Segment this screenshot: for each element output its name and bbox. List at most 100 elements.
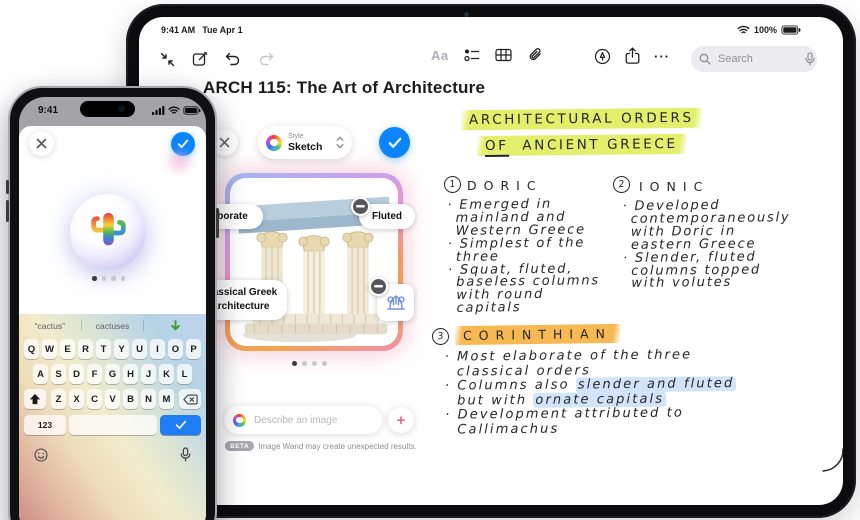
remove-sketch-icon[interactable] <box>369 277 388 296</box>
beta-text: Image Wand may create unexpected results… <box>258 442 416 451</box>
ipad-time: 9:41 AM <box>161 25 195 35</box>
chevron-up-down-icon <box>336 136 344 149</box>
emoji-icon[interactable] <box>34 447 48 462</box>
suggestion-cactuses[interactable]: cactuses <box>82 321 144 331</box>
key-n[interactable]: N <box>141 389 156 409</box>
key-u[interactable]: U <box>132 339 147 359</box>
describe-image-input[interactable] <box>252 414 366 427</box>
key-s[interactable]: S <box>51 364 66 384</box>
text-format-icon[interactable]: Aa <box>431 48 449 63</box>
hw-number-2: 2 <box>612 175 631 194</box>
generated-image-card[interactable] <box>225 173 403 351</box>
signal-icon <box>152 106 165 115</box>
hw-ionic-notes: · Developed contemporaneously with Doric… <box>623 199 804 291</box>
wifi-icon <box>737 25 750 35</box>
key-a[interactable]: A <box>33 364 48 384</box>
key-r[interactable]: R <box>78 339 93 359</box>
rainbow-cactus-image <box>85 207 131 257</box>
share-icon[interactable] <box>625 47 640 65</box>
checklist-icon[interactable] <box>464 48 480 62</box>
suggestion-arrow-down-icon[interactable] <box>144 320 206 331</box>
hw-number-3: 3 <box>431 327 450 346</box>
key-l[interactable]: L <box>177 364 192 384</box>
search-input[interactable] <box>716 52 800 66</box>
confirm-image-button[interactable] <box>379 127 410 158</box>
ipad-screen: 9:41 AM Tue Apr 1 100% <box>139 17 843 505</box>
suggestion-literal[interactable]: “cactus” <box>19 321 81 331</box>
key-t[interactable]: T <box>96 339 111 359</box>
notes-toolbar-right: ··· <box>594 47 670 65</box>
hw-doric-notes: · Emerged in mainland and Western Greece… <box>447 198 623 316</box>
key-w[interactable]: W <box>42 339 57 359</box>
key-h[interactable]: H <box>123 364 138 384</box>
key-d[interactable]: D <box>69 364 84 384</box>
image-playground-icon <box>266 135 282 151</box>
dynamic-island <box>80 101 135 117</box>
ipad-image-pagination[interactable] <box>292 361 327 366</box>
screenshot-stage: 9:41 AM Tue Apr 1 100% <box>0 0 860 520</box>
key-z[interactable]: Z <box>51 389 66 409</box>
key-e[interactable]: E <box>60 339 75 359</box>
dictation-mic-icon[interactable] <box>180 447 191 462</box>
style-picker[interactable]: Style Sketch <box>258 126 352 159</box>
keyboard-row-3: Z X C V B N M <box>51 389 174 409</box>
battery-icon <box>781 25 801 35</box>
minimize-icon[interactable] <box>155 47 179 71</box>
key-x[interactable]: X <box>69 389 84 409</box>
key-i[interactable]: I <box>150 339 165 359</box>
key-b[interactable]: B <box>123 389 138 409</box>
genmoji-preview-bubble[interactable] <box>70 194 146 270</box>
markup-pen-icon[interactable] <box>594 48 611 65</box>
note-title[interactable]: ARCH 115: The Art of Architecture <box>203 78 485 98</box>
confirm-genmoji-button[interactable] <box>171 132 195 156</box>
side-button <box>216 208 219 238</box>
numbers-key[interactable]: 123 <box>24 415 66 435</box>
hw-doric-title: DORIC <box>467 178 543 193</box>
beta-badge: BETA <box>225 441 254 451</box>
ipad-battery-pct: 100% <box>754 25 777 35</box>
add-image-button[interactable]: + <box>388 407 414 433</box>
iphone-image-pagination[interactable] <box>92 276 125 281</box>
key-c[interactable]: C <box>87 389 102 409</box>
key-f[interactable]: F <box>87 364 102 384</box>
pink-smudge <box>169 154 189 170</box>
undo-icon[interactable] <box>221 47 245 71</box>
dictation-mic-icon[interactable] <box>805 52 815 66</box>
attachment-icon[interactable] <box>527 47 543 63</box>
key-m[interactable]: M <box>159 389 174 409</box>
redo-icon[interactable] <box>254 47 278 71</box>
hw-heading-line1: ARCHITECTURAL ORDERS <box>461 109 702 129</box>
hw-number-1: 1 <box>443 175 462 194</box>
compose-icon[interactable] <box>188 47 212 71</box>
describe-image-field[interactable] <box>224 406 382 434</box>
search-field[interactable] <box>691 46 817 72</box>
volume-down-button <box>6 200 9 222</box>
keyboard-row-2: A S D F G H J K L <box>33 364 192 384</box>
image-wand-icon <box>233 414 246 427</box>
table-icon[interactable] <box>495 48 512 62</box>
wifi-icon <box>168 106 180 115</box>
autocorrect-bar: “cactus” cactuses <box>19 317 206 334</box>
key-o[interactable]: O <box>168 339 183 359</box>
hw-corinthian-title: CORINTHIAN <box>455 325 620 344</box>
key-p[interactable]: P <box>186 339 201 359</box>
key-y[interactable]: Y <box>114 339 129 359</box>
more-icon[interactable]: ··· <box>654 49 670 64</box>
notes-toolbar-center: Aa <box>431 47 543 63</box>
key-q[interactable]: Q <box>24 339 39 359</box>
close-icon[interactable] <box>29 131 54 156</box>
iphone-status-icons <box>152 106 201 115</box>
keyboard-row-1: Q W E R T Y U I O P <box>24 339 201 359</box>
remove-fluted-icon[interactable] <box>351 197 370 216</box>
key-g[interactable]: G <box>105 364 120 384</box>
beta-disclaimer: BETA Image Wand may create unexpected re… <box>225 441 417 451</box>
ipad-device: 9:41 AM Tue Apr 1 100% <box>126 4 856 518</box>
key-j[interactable]: J <box>141 364 156 384</box>
shift-key[interactable] <box>24 389 46 409</box>
key-k[interactable]: K <box>159 364 174 384</box>
battery-icon <box>183 106 201 115</box>
space-key[interactable] <box>69 415 157 435</box>
done-key[interactable] <box>160 415 201 435</box>
key-v[interactable]: V <box>105 389 120 409</box>
backspace-key[interactable] <box>179 389 201 409</box>
